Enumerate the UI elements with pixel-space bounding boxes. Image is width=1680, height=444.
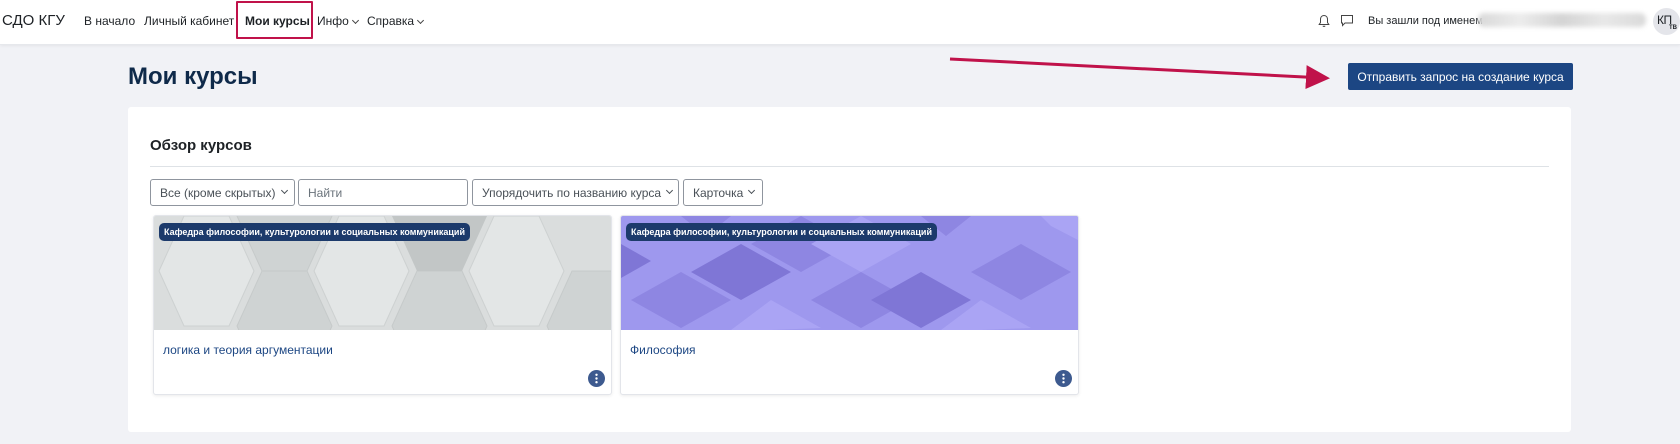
view-mode-dropdown[interactable]: Карточка bbox=[683, 179, 763, 206]
nav-item-help[interactable]: Справка bbox=[367, 14, 425, 28]
nav-item-help-label: Справка bbox=[367, 14, 415, 28]
grouping-filter-label: Все (кроме скрытых) bbox=[160, 185, 276, 200]
chevron-down-icon bbox=[417, 16, 425, 25]
nav-item-home[interactable]: В начало bbox=[84, 14, 135, 28]
top-navbar: СДО КГУ В начало Личный кабинет Мои курс… bbox=[0, 0, 1680, 45]
site-brand[interactable]: СДО КГУ bbox=[2, 12, 65, 29]
page-title: Мои курсы bbox=[128, 63, 258, 90]
course-actions-menu-button[interactable] bbox=[1055, 370, 1072, 387]
avatar-sub-initials: ТВ bbox=[1669, 25, 1677, 31]
view-mode-label: Карточка bbox=[693, 185, 744, 200]
nav-item-info[interactable]: Инфо bbox=[317, 14, 359, 28]
nav-item-dashboard[interactable]: Личный кабинет bbox=[144, 14, 234, 28]
active-nav-highlight bbox=[236, 1, 313, 39]
username-redacted[interactable] bbox=[1478, 13, 1646, 27]
course-overview-title: Обзор курсов bbox=[150, 137, 252, 154]
department-badge: Кафедра философии, культурологии и социа… bbox=[159, 223, 470, 241]
course-card[interactable]: Кафедра философии, культурологии и социа… bbox=[620, 215, 1079, 395]
department-badge: Кафедра философии, культурологии и социа… bbox=[626, 223, 937, 241]
sort-dropdown[interactable]: Упорядочить по названию курса bbox=[472, 179, 679, 206]
course-name-link[interactable]: логика и теория аргументации bbox=[163, 343, 333, 357]
divider bbox=[150, 166, 1549, 167]
sort-label: Упорядочить по названию курса bbox=[482, 185, 662, 200]
bell-icon[interactable] bbox=[1318, 14, 1330, 28]
logged-in-text: Вы зашли под именем bbox=[1368, 15, 1483, 27]
kebab-menu-icon bbox=[1062, 373, 1065, 384]
chat-icon[interactable] bbox=[1340, 14, 1354, 27]
chevron-down-icon bbox=[666, 186, 674, 195]
course-actions-menu-button[interactable] bbox=[588, 370, 605, 387]
user-avatar[interactable]: КП ТВ bbox=[1653, 8, 1680, 35]
nav-item-info-label: Инфо bbox=[317, 14, 349, 28]
course-name-link[interactable]: Философия bbox=[630, 343, 696, 357]
create-course-request-button[interactable]: Отправить запрос на создание курса bbox=[1348, 63, 1573, 90]
course-card[interactable]: Кафедра философии, культурологии и социа… bbox=[153, 215, 612, 395]
chevron-down-icon bbox=[748, 186, 756, 195]
chevron-down-icon bbox=[351, 16, 359, 25]
kebab-menu-icon bbox=[595, 373, 598, 384]
chevron-down-icon bbox=[280, 186, 288, 195]
grouping-filter-dropdown[interactable]: Все (кроме скрытых) bbox=[150, 179, 295, 206]
course-search-input[interactable] bbox=[298, 179, 468, 206]
